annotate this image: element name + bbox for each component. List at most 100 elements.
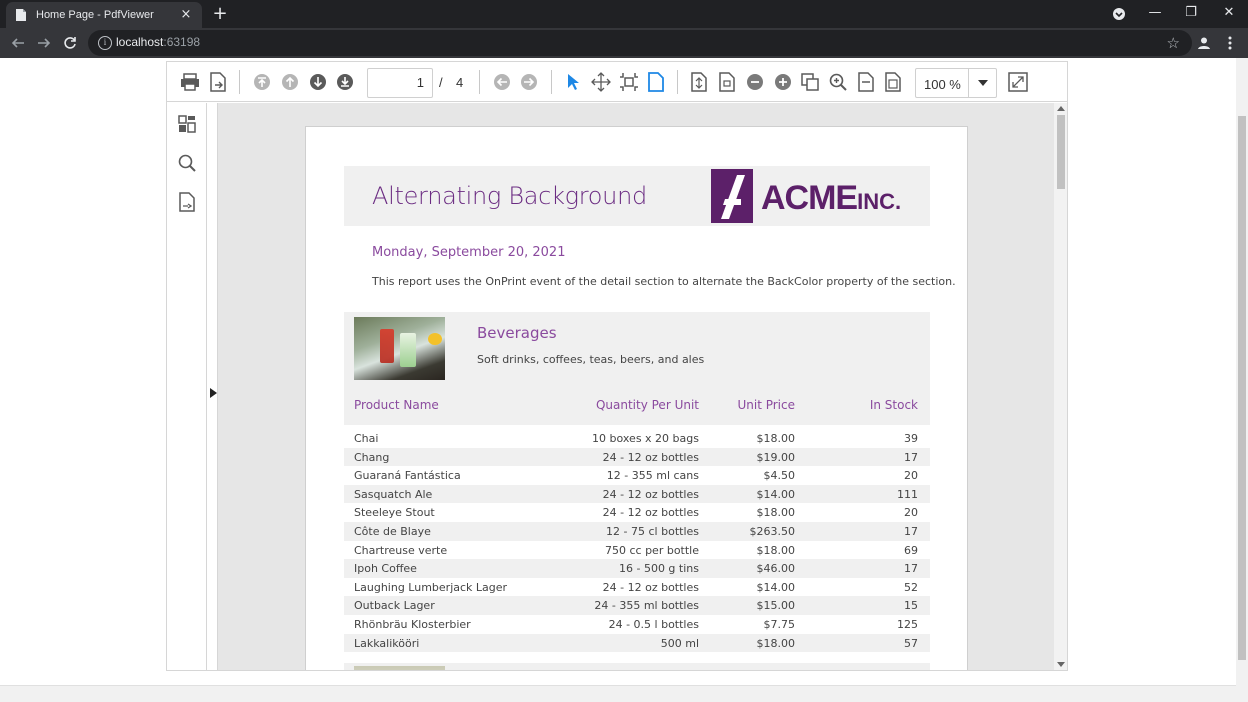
tab-title: Home Page - PdfViewer: [36, 9, 154, 21]
page-scrollbar-thumb[interactable]: [1238, 116, 1246, 660]
single-page-view-button[interactable]: [645, 71, 667, 93]
logo-wordmark: ACMEINC.: [761, 179, 902, 217]
toolbar-divider: [551, 70, 552, 94]
price-cell: $18.00: [756, 432, 796, 445]
forward-button[interactable]: [34, 33, 54, 53]
zoom-tool-button[interactable]: [827, 71, 849, 93]
page-number-input[interactable]: 1: [367, 68, 433, 98]
report-header: Alternating Background ACMEINC.: [344, 166, 930, 226]
profile-icon[interactable]: [1195, 34, 1213, 52]
previous-page-button[interactable]: [279, 71, 301, 93]
table-row: Côte de Blaye 12 - 75 cl bottles $263.50 17: [344, 521, 930, 541]
product-name-cell: Chai: [354, 432, 379, 445]
toolbar-divider: [479, 70, 480, 94]
quantity-cell: 12 - 355 ml cans: [606, 469, 699, 483]
restore-button[interactable]: ❐: [1172, 0, 1210, 28]
document-canvas: Alternating Background ACMEINC. Monday, …: [218, 103, 1067, 670]
fit-page-width-button[interactable]: [855, 71, 877, 93]
fit-whole-page-button[interactable]: [882, 71, 904, 93]
table-row: Lakkalikööri 500 ml $18.00 57: [344, 633, 930, 653]
stock-cell: 57: [904, 636, 918, 650]
table-row: Steeleye Stout 24 - 12 oz bottles $18.00 20: [344, 503, 930, 522]
price-cell: $18.00: [756, 506, 796, 520]
zoom-value: 100 %: [924, 77, 961, 92]
stock-cell: 20: [904, 506, 918, 520]
price-cell: $263.50: [749, 524, 796, 538]
page-content: 1 / 4 100 % Alternating Background ACMEI…: [0, 58, 1248, 702]
new-tab-button[interactable]: +: [210, 4, 230, 24]
print-button[interactable]: [179, 71, 201, 93]
viewer-scrollbar[interactable]: [1054, 103, 1067, 670]
stock-cell: 111: [897, 487, 918, 501]
zoom-in-button[interactable]: [772, 71, 794, 93]
table-row: Rhönbräu Klosterbier 24 - 0.5 l bottles $7…: [344, 615, 930, 634]
tab-search-button[interactable]: [1100, 0, 1138, 28]
minimize-button[interactable]: —: [1136, 0, 1174, 28]
horizontal-scrollbar[interactable]: [0, 685, 1236, 702]
browser-tab[interactable]: Home Page - PdfViewer ×: [6, 2, 202, 28]
table-row: Guaraná Fantástica 12 - 355 ml cans $4.50 2…: [344, 466, 930, 485]
price-cell: $15.00: [756, 599, 796, 613]
quantity-cell: 16 - 500 g tins: [618, 562, 699, 576]
selection-tool-button[interactable]: [562, 71, 584, 93]
scrollbar-thumb[interactable]: [1057, 115, 1065, 189]
history-forward-button[interactable]: [518, 71, 540, 93]
reload-button[interactable]: [60, 33, 80, 53]
export-document-button[interactable]: [207, 71, 229, 93]
quantity-cell: 12 - 75 cl bottles: [606, 524, 699, 538]
site-info-icon[interactable]: i: [98, 36, 112, 50]
document-properties-icon[interactable]: [176, 191, 198, 213]
scroll-up-icon: [1057, 106, 1065, 111]
page-scrollbar[interactable]: [1236, 58, 1248, 702]
back-button[interactable]: [8, 33, 28, 53]
continuous-view-button[interactable]: [688, 71, 710, 93]
report-title: Alternating Background: [372, 182, 647, 210]
bookmark-star-icon[interactable]: ☆: [1167, 34, 1180, 52]
product-name-cell: Chang: [354, 450, 390, 464]
product-name-cell: Sasquatch Ale: [354, 487, 433, 501]
table-row: Sasquatch Ale 24 - 12 oz bottles $14.00 111: [344, 484, 930, 504]
zoom-select[interactable]: 100 %: [915, 68, 997, 98]
snapshot-tool-button[interactable]: [618, 71, 640, 93]
stock-cell: 15: [904, 599, 918, 613]
quantity-cell: 24 - 12 oz bottles: [602, 580, 699, 594]
price-cell: $18.00: [756, 636, 796, 650]
first-page-button[interactable]: [251, 71, 273, 93]
chevron-down-icon[interactable]: [968, 69, 996, 97]
category-image: [354, 666, 445, 670]
page-total: 4: [456, 75, 464, 90]
category-header: Beverages Soft drinks, coffees, teas, be…: [344, 312, 930, 425]
next-page-button[interactable]: [307, 71, 329, 93]
category-name: Beverages: [477, 324, 557, 342]
close-window-button[interactable]: ✕: [1210, 0, 1248, 28]
stock-cell: 52: [904, 580, 918, 594]
table-row: Chartreuse verte 750 cc per bottle $18.00 6…: [344, 541, 930, 560]
history-back-button[interactable]: [491, 71, 513, 93]
stock-cell: 39: [904, 432, 918, 445]
column-header-price: Unit Price: [737, 398, 795, 412]
viewer-sidebar: [167, 103, 207, 670]
quantity-cell: 10 boxes x 20 bags: [592, 432, 699, 445]
menu-kebab-icon[interactable]: [1221, 34, 1239, 52]
quantity-cell: 24 - 12 oz bottles: [602, 450, 699, 464]
table-row: Laughing Lumberjack Lager 24 - 12 oz bott…: [344, 578, 930, 597]
close-tab-icon[interactable]: ×: [178, 7, 194, 23]
zoom-out-button[interactable]: [744, 71, 766, 93]
search-icon[interactable]: [176, 152, 198, 174]
expand-panel-icon[interactable]: [209, 383, 217, 398]
thumbnails-icon[interactable]: [176, 113, 198, 135]
fullscreen-button[interactable]: [1007, 71, 1029, 93]
product-name-cell: Rhönbräu Klosterbier: [354, 617, 471, 631]
browser-tab-strip: Home Page - PdfViewer × + — ❐ ✕: [0, 0, 1248, 28]
report-date: Monday, September 20, 2021: [372, 245, 566, 260]
price-cell: $46.00: [756, 562, 796, 576]
product-name-cell: Outback Lager: [354, 599, 435, 613]
last-page-button[interactable]: [334, 71, 356, 93]
stock-cell: 17: [904, 524, 918, 538]
report-page: Alternating Background ACMEINC. Monday, …: [305, 126, 968, 670]
category-image: [354, 317, 445, 380]
pan-tool-button[interactable]: [590, 71, 612, 93]
address-bar[interactable]: i localhost:63198 ☆: [88, 30, 1192, 56]
fit-to-selection-button[interactable]: [799, 71, 821, 93]
galley-view-button[interactable]: [716, 71, 738, 93]
